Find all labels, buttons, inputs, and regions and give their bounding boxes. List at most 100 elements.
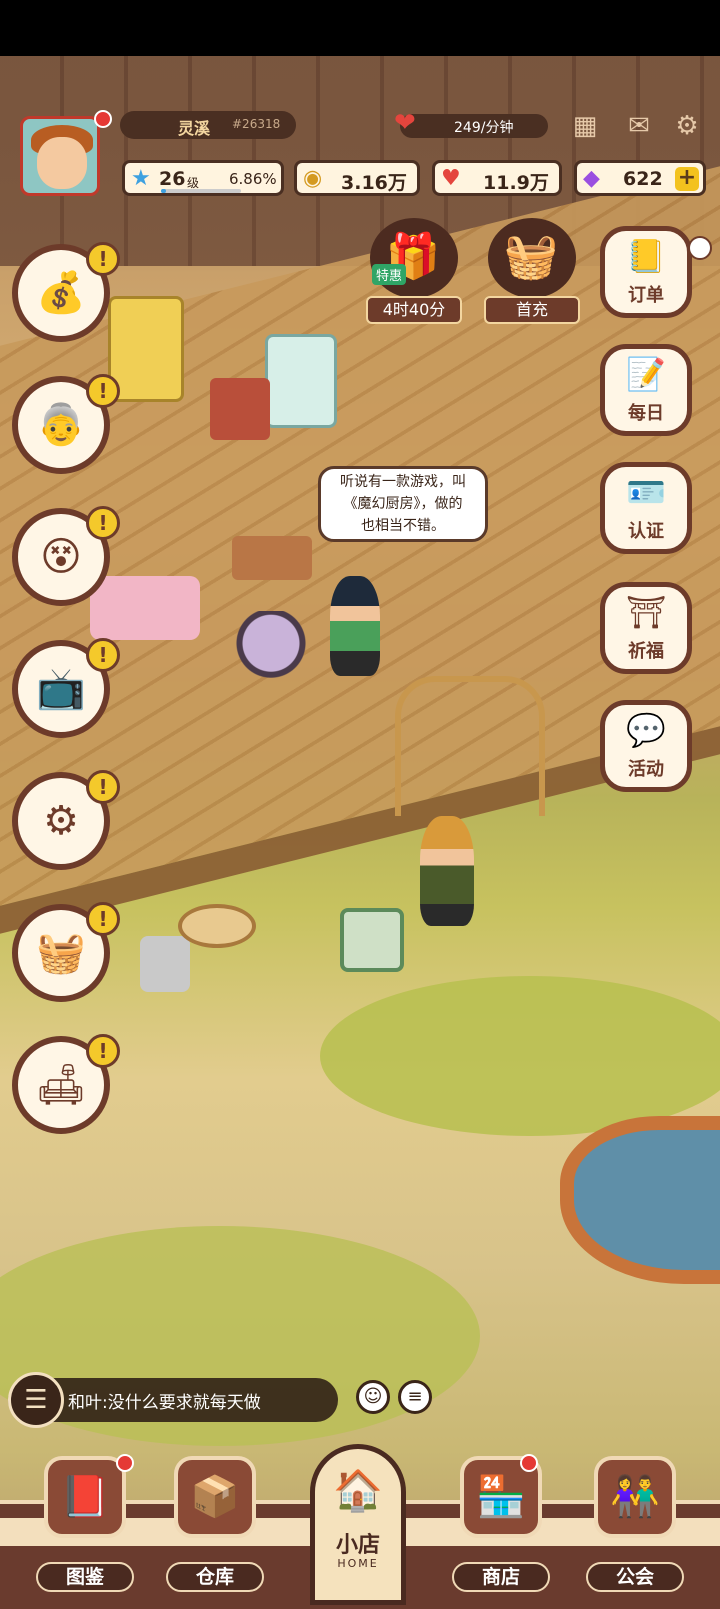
alert-badge: !: [86, 374, 120, 408]
left-menu-machine[interactable]: ⚙ !: [12, 770, 120, 870]
swing-prop[interactable]: [395, 676, 545, 816]
level-number: 26: [159, 168, 186, 190]
id-card-icon: 🪪: [626, 473, 666, 511]
pray-statue-icon: ⛩: [625, 593, 667, 631]
speech-line: 听说有一款游戏，叫: [340, 474, 466, 490]
left-menu-armchair[interactable]: 🛋 !: [12, 1034, 120, 1134]
coins-display[interactable]: ◉ 3.16万: [294, 160, 420, 196]
nav-item-guild[interactable]: 👫 公会: [580, 1456, 690, 1596]
daily-button[interactable]: 📝 每日: [600, 344, 692, 436]
stump-table-prop[interactable]: [178, 904, 256, 948]
player-id: #26318: [232, 117, 281, 131]
status-bar: [0, 0, 720, 56]
nav-label: 公会: [586, 1562, 684, 1592]
settings-gear-icon[interactable]: ⚙: [670, 110, 704, 142]
sign-board-prop[interactable]: [340, 908, 404, 972]
left-menu-dizzy-grandma[interactable]: 😵 !: [12, 506, 120, 606]
stove-prop[interactable]: [140, 936, 190, 992]
pray-button[interactable]: ⛩ 祈福: [600, 582, 692, 674]
alert-badge: !: [86, 242, 120, 276]
alert-badge: !: [86, 902, 120, 936]
guild-kids-icon: 👫: [594, 1456, 676, 1538]
calendar-icon[interactable]: ▦: [568, 110, 602, 142]
left-menu-money-bag[interactable]: 💰 !: [12, 242, 120, 342]
speech-line: 也相当不错。: [361, 518, 445, 534]
events-button[interactable]: 💬 活动: [600, 700, 692, 792]
home-label: 小店: [335, 1533, 380, 1558]
promo-tag: 特惠: [372, 264, 407, 285]
chat-list-icon[interactable]: ≡: [398, 1380, 432, 1414]
level-display[interactable]: ★ 26 级 6.86%: [122, 160, 284, 196]
heart-income-icon: ❤: [394, 108, 416, 138]
pond: [560, 1116, 720, 1284]
nav-notification-dot: [520, 1454, 538, 1472]
npc-speech-bubble: 听说有一款游戏，叫 《魔幻厨房》，做的 也相当不错。: [318, 466, 488, 542]
box-icon: 📦: [174, 1456, 256, 1538]
nav-notification-dot: [116, 1454, 134, 1472]
gem-icon: ◆: [583, 166, 600, 191]
table-prop[interactable]: [232, 536, 312, 580]
chat-bubble-icon[interactable]: ☰: [8, 1372, 64, 1428]
promo-first-recharge[interactable]: 🧺 首充: [484, 218, 580, 328]
hearts-value: 11.9万: [483, 172, 549, 194]
mail-icon[interactable]: ✉: [622, 110, 656, 142]
book-icon: 📕: [44, 1456, 126, 1538]
heart-icon: ♥: [441, 166, 461, 191]
speech-line: 《魔幻厨房》，做的: [343, 496, 463, 512]
washing-machine-prop[interactable]: [265, 334, 337, 428]
verify-label: 认证: [628, 521, 664, 542]
promo-first-recharge-label: 首充: [484, 296, 580, 324]
income-rate-text: 249/分钟: [454, 120, 514, 136]
alert-badge: !: [86, 770, 120, 804]
gramophone-prop[interactable]: [236, 611, 306, 703]
customer-character[interactable]: [420, 816, 474, 926]
left-menu-tv[interactable]: 📺 !: [12, 638, 120, 738]
orders-button[interactable]: 📒 订单: [600, 226, 692, 318]
daily-label: 每日: [628, 403, 664, 424]
star-level-icon: ★: [131, 166, 151, 191]
nav-home-shop[interactable]: 🏠 小店 HOME: [310, 1444, 406, 1605]
avatar-face: [37, 137, 87, 189]
orders-timer-badge: [688, 236, 712, 260]
alert-badge: !: [86, 506, 120, 540]
nav-label: 仓库: [166, 1562, 264, 1592]
income-rate-bar: ❤ 249/分钟: [394, 108, 548, 138]
nav-label: 图鉴: [36, 1562, 134, 1592]
verify-button[interactable]: 🪪 认证: [600, 462, 692, 554]
player-name-bar[interactable]: 灵溪 #26318: [120, 111, 296, 139]
emoji-icon[interactable]: ☺: [356, 1380, 390, 1414]
gems-value: 622: [623, 168, 663, 190]
coin-icon: ◉: [303, 166, 323, 191]
left-menu-basket[interactable]: 🧺 !: [12, 902, 120, 1002]
orders-label: 订单: [628, 285, 664, 306]
level-progress-text: 6.86%: [229, 170, 277, 188]
nav-item-collection[interactable]: 📕 图鉴: [30, 1454, 140, 1596]
alert-badge: !: [86, 638, 120, 672]
pink-counter-prop[interactable]: [90, 576, 200, 640]
gems-display[interactable]: ◆ 622 +: [574, 160, 706, 196]
coins-value: 3.16万: [341, 172, 407, 194]
house-icon: 🏠: [333, 1468, 383, 1514]
alert-badge: !: [86, 1034, 120, 1068]
left-menu-grandma[interactable]: 👵 !: [12, 374, 120, 474]
nav-item-warehouse[interactable]: 📦 仓库: [160, 1456, 270, 1596]
nav-item-store[interactable]: 🏪 商店: [446, 1454, 556, 1596]
level-progress-bar: [161, 189, 241, 193]
order-book-icon: 📒: [626, 237, 666, 275]
promo-special-offer[interactable]: 🎁 特惠 4时40分: [366, 218, 462, 328]
hearts-display[interactable]: ♥ 11.9万: [432, 160, 562, 196]
chat-message: 和叶:没什么要求就每天做: [68, 1393, 261, 1413]
level-progress-fill: [161, 189, 167, 193]
player-name: 灵溪: [178, 119, 211, 138]
phone-table-prop[interactable]: [210, 378, 270, 440]
player-character[interactable]: [330, 576, 380, 676]
event-bubbles-icon: 💬: [626, 711, 666, 749]
chat-bar[interactable]: ☰ 和叶:没什么要求就每天做: [8, 1372, 338, 1428]
grass-patch: [320, 976, 720, 1136]
avatar-notification-dot: [94, 110, 112, 128]
daily-notepad-icon: 📝: [626, 355, 666, 393]
pray-label: 祈福: [628, 641, 664, 662]
add-gems-button[interactable]: +: [675, 167, 699, 191]
player-avatar[interactable]: [20, 116, 100, 196]
nav-label: 商店: [452, 1562, 550, 1592]
